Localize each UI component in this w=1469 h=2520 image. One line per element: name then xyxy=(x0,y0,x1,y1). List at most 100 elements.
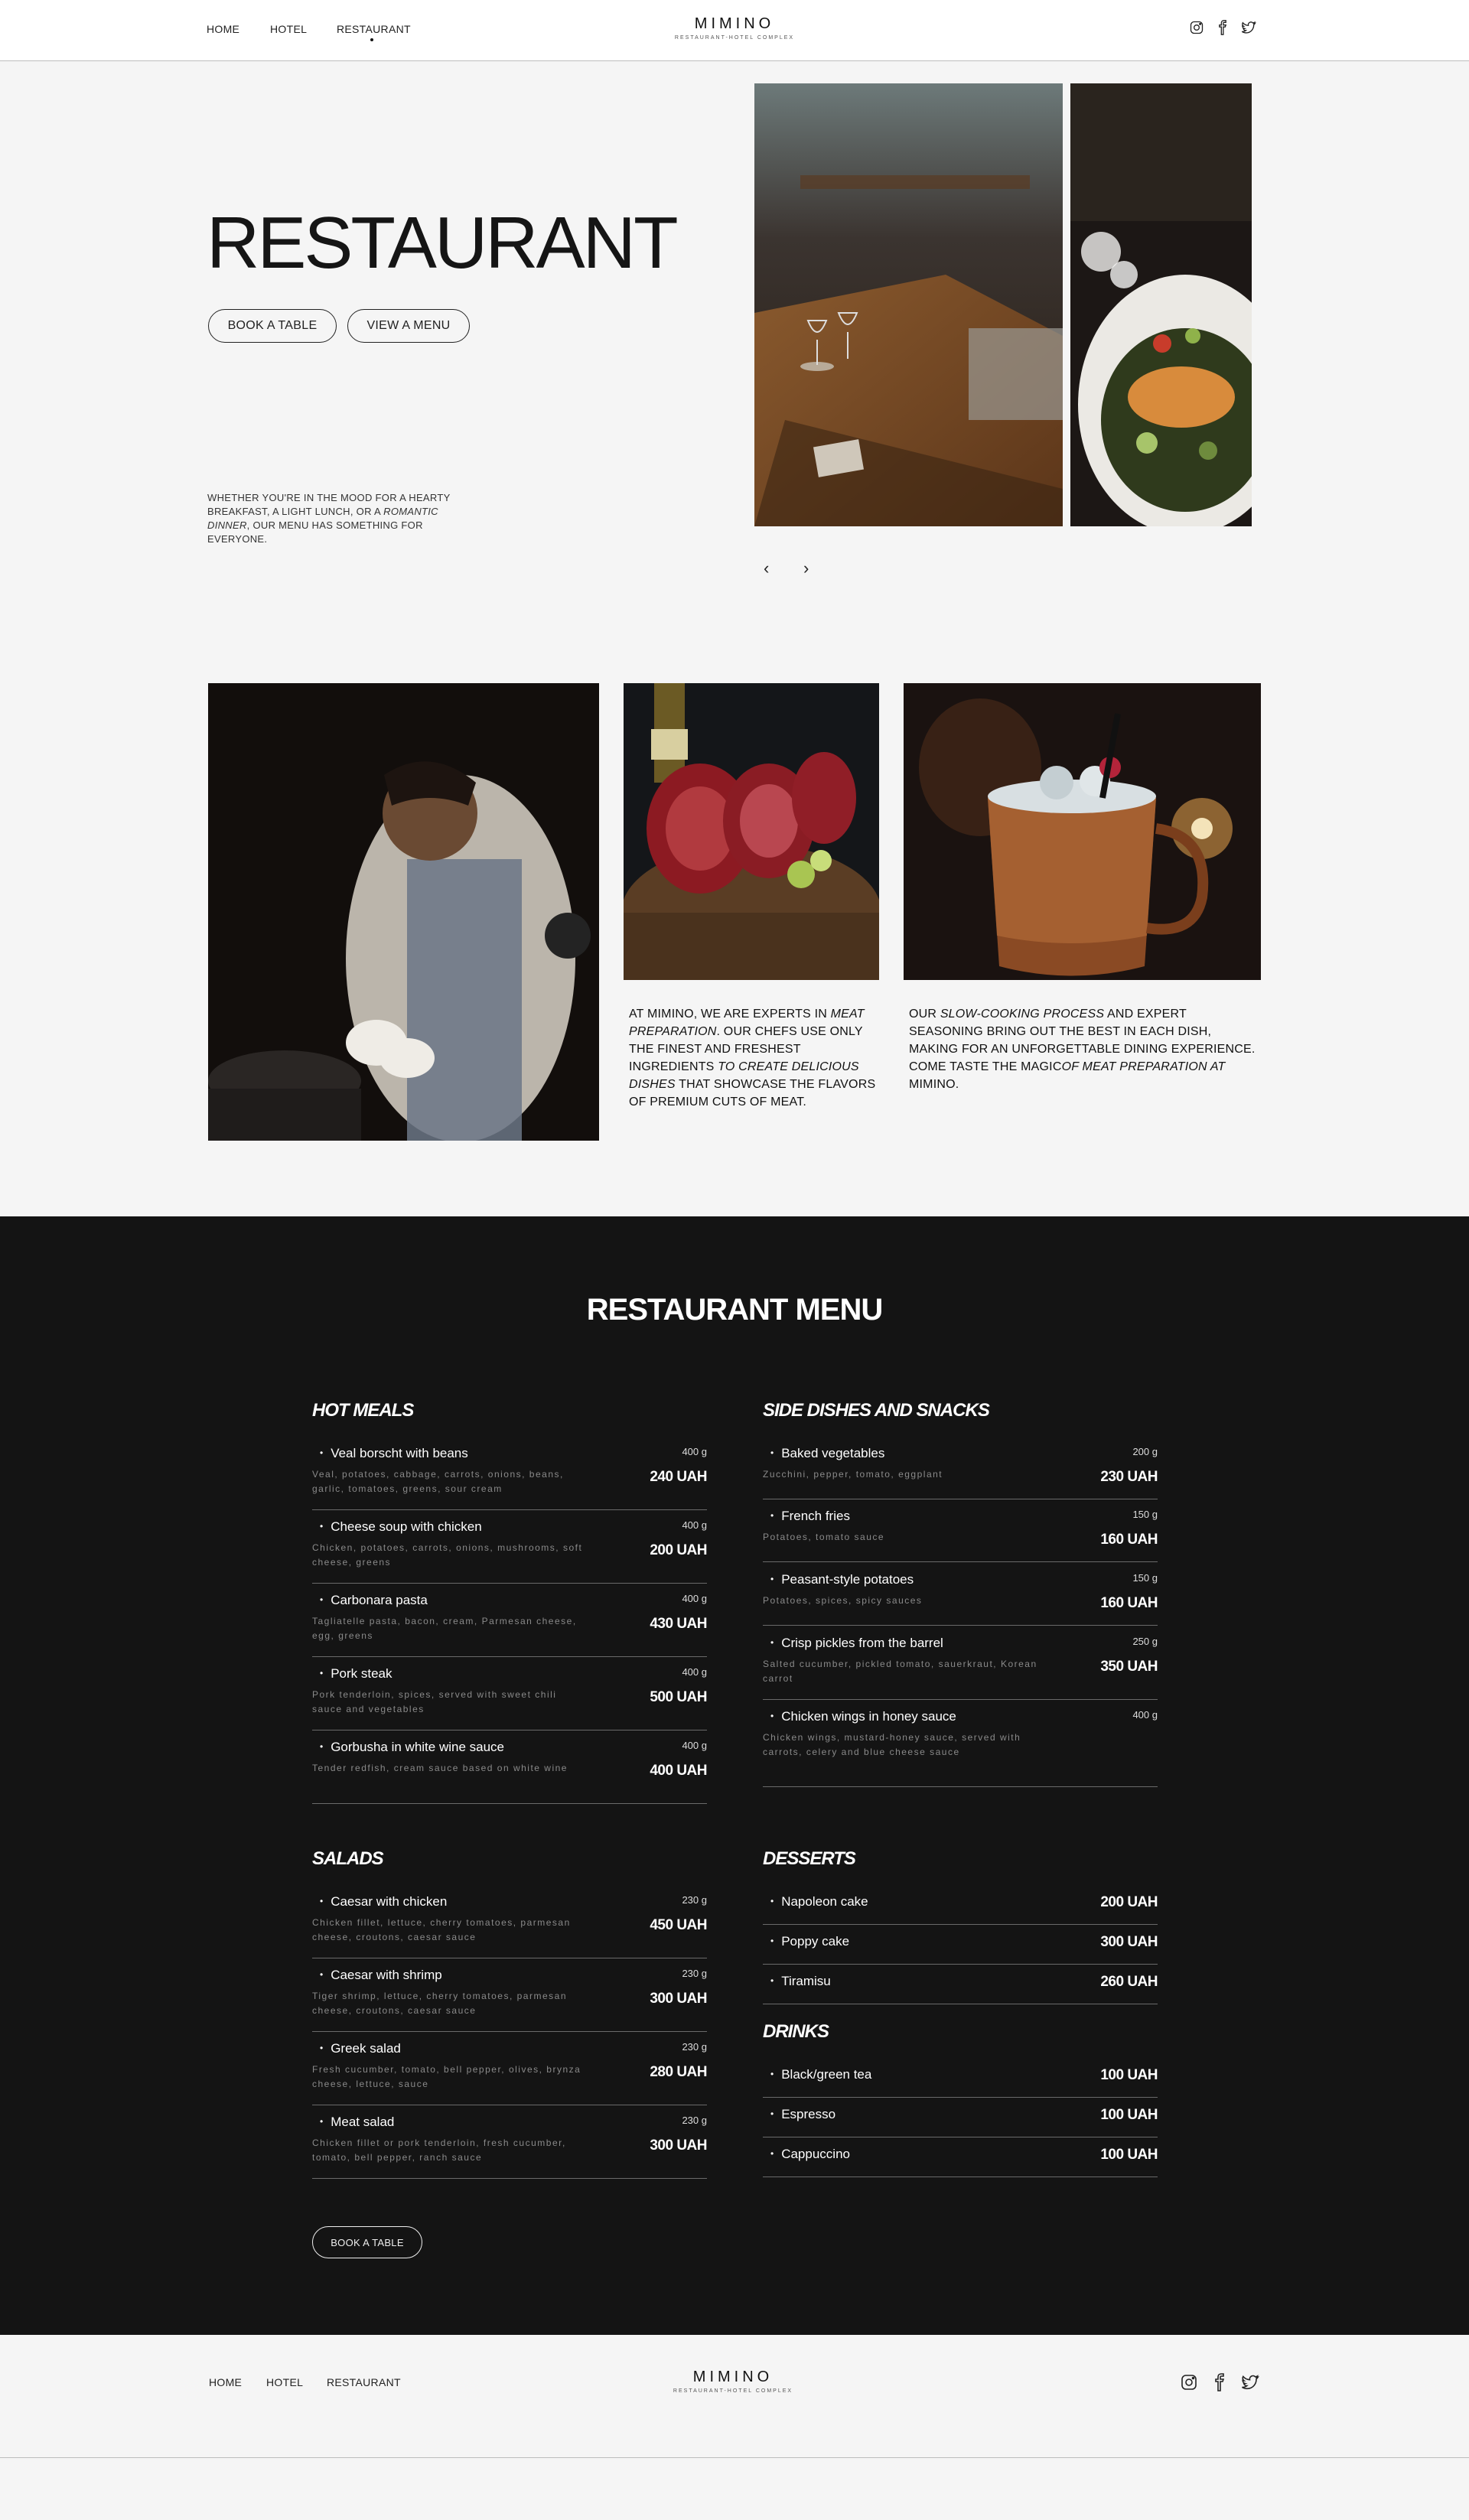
menu-item: Peasant-style potatoes 150 g 160 UAH Pot… xyxy=(763,1572,1158,1626)
menu-item: Black/green tea 100 UAH xyxy=(763,2067,1158,2098)
footer-nav-restaurant[interactable]: RESTAURANT xyxy=(327,2376,401,2388)
menu-item: Espresso 100 UAH xyxy=(763,2107,1158,2137)
footer-nav-home[interactable]: HOME xyxy=(209,2376,242,2388)
menu-item: Tiramisu 260 UAH xyxy=(763,1974,1158,2004)
menu-item: Poppy cake 300 UAH xyxy=(763,1934,1158,1965)
raw-steak-photo xyxy=(624,683,879,980)
menu-item: Chicken wings in honey sauce 400 g Chick… xyxy=(763,1709,1158,1787)
menu-item-name: Greek salad xyxy=(320,2041,401,2056)
logo-subtitle: RESTAURANT-HOTEL COMPLEX xyxy=(674,35,795,41)
instagram-icon[interactable] xyxy=(1189,20,1204,35)
menu-item: Pork steak 400 g 500 UAH Pork tenderloin… xyxy=(312,1666,707,1730)
menu-item-description: Tiger shrimp, lettuce, cherry tomatoes, … xyxy=(312,1991,567,2016)
hot-meals-heading: HOT MEALS xyxy=(312,1400,414,1421)
salads-heading: SALADS xyxy=(312,1848,384,1869)
fish-dish-photo xyxy=(1070,83,1252,526)
view-menu-button[interactable]: VIEW A MENU xyxy=(347,309,470,343)
menu-item: Greek salad 230 g 280 UAH Fresh cucumber… xyxy=(312,2041,707,2105)
menu-item: Carbonara pasta 400 g 430 UAH Tagliatell… xyxy=(312,1593,707,1657)
menu-item-price: 350 UAH xyxy=(1100,1659,1158,1675)
feat-text-italic: OF MEAT PREPARATION AT xyxy=(1061,1060,1226,1073)
menu-item-name: Napoleon cake xyxy=(770,1894,868,1910)
menu-item: Meat salad 230 g 300 UAH Chicken fillet … xyxy=(312,2115,707,2179)
book-table-button[interactable]: BOOK A TABLE xyxy=(208,309,337,343)
social-links xyxy=(1189,20,1256,35)
menu-item-name: Caesar with shrimp xyxy=(320,1968,442,1983)
menu-item-weight: 400 g xyxy=(682,1519,707,1531)
footer-divider xyxy=(0,2457,1469,2458)
nav-restaurant[interactable]: RESTAURANT xyxy=(337,23,411,35)
menu-item: Cheese soup with chicken 400 g 200 UAH C… xyxy=(312,1519,707,1584)
menu-item-price: 450 UAH xyxy=(650,1917,707,1933)
menu-item-price: 200 UAH xyxy=(650,1542,707,1558)
menu-item-name: Peasant-style potatoes xyxy=(770,1572,914,1587)
footer-logo[interactable]: MIMINO RESTAURANT-HOTEL COMPLEX xyxy=(618,2369,848,2394)
menu-item-weight: 230 g xyxy=(682,2115,707,2126)
menu-item-weight: 400 g xyxy=(682,1593,707,1604)
menu-item-name: Carbonara pasta xyxy=(320,1593,428,1608)
logo[interactable]: MIMINO RESTAURANT-HOTEL COMPLEX xyxy=(620,15,849,41)
menu-item-price: 300 UAH xyxy=(1100,1934,1158,1950)
desserts-heading: DESSERTS xyxy=(763,1848,856,1869)
meat-expertise-text: AT MIMINO, WE ARE EXPERTS IN MEAT PREPAR… xyxy=(629,1005,881,1111)
menu-item-price: 100 UAH xyxy=(1100,2067,1158,2083)
menu-item-name: Espresso xyxy=(770,2107,835,2122)
menu-section xyxy=(0,1216,1469,2335)
twitter-icon[interactable] xyxy=(1241,2373,1259,2391)
menu-item-description: Chicken fillet or pork tenderloin, fresh… xyxy=(312,2137,566,2163)
twitter-icon[interactable] xyxy=(1241,20,1256,35)
menu-item-weight: 230 g xyxy=(682,1894,707,1906)
menu-item-price: 100 UAH xyxy=(1100,2107,1158,2123)
menu-item-description: Chicken fillet, lettuce, cherry tomatoes… xyxy=(312,1917,571,1942)
nav-home[interactable]: HOME xyxy=(207,23,239,35)
menu-item-description: Pork tenderloin, spices, served with swe… xyxy=(312,1689,557,1714)
menu-item-price: 260 UAH xyxy=(1100,1974,1158,1990)
menu-item-name: Tiramisu xyxy=(770,1974,831,1989)
menu-item: Veal borscht with beans 400 g 240 UAH Ve… xyxy=(312,1446,707,1510)
menu-item-weight: 250 g xyxy=(1132,1636,1158,1647)
feat-text-part: AT MIMINO, WE ARE EXPERTS IN xyxy=(629,1008,831,1021)
footer-nav-hotel[interactable]: HOTEL xyxy=(266,2376,303,2388)
copper-mug-cocktail-photo xyxy=(904,683,1261,980)
menu-item-description: Salted cucumber, pickled tomato, sauerkr… xyxy=(763,1659,1037,1684)
menu-item-name: Caesar with chicken xyxy=(320,1894,447,1910)
menu-item-description: Potatoes, spices, spicy sauces xyxy=(763,1595,923,1606)
facebook-icon[interactable] xyxy=(1210,2373,1229,2391)
menu-item: Crisp pickles from the barrel 250 g 350 … xyxy=(763,1636,1158,1700)
menu-item-price: 500 UAH xyxy=(650,1689,707,1705)
menu-item: Cappuccino 100 UAH xyxy=(763,2147,1158,2177)
menu-item-price: 300 UAH xyxy=(650,1991,707,2007)
chevron-left-icon[interactable]: ‹ xyxy=(764,558,769,578)
menu-item-name: Poppy cake xyxy=(770,1934,849,1949)
facebook-icon[interactable] xyxy=(1215,20,1230,35)
menu-item-price: 280 UAH xyxy=(650,2064,707,2080)
menu-item-weight: 400 g xyxy=(1132,1709,1158,1721)
logo-name: MIMINO xyxy=(694,15,775,32)
menu-item-weight: 150 g xyxy=(1132,1572,1158,1584)
menu-item-name: Cappuccino xyxy=(770,2147,850,2162)
menu-item: Gorbusha in white wine sauce 400 g 400 U… xyxy=(312,1740,707,1804)
footer-logo-subtitle: RESTAURANT-HOTEL COMPLEX xyxy=(673,2388,793,2394)
nav-active-indicator xyxy=(370,38,373,41)
menu-item-name: Meat salad xyxy=(320,2115,394,2130)
menu-item-description: Tender redfish, cream sauce based on whi… xyxy=(312,1763,568,1773)
menu-item: Napoleon cake 200 UAH xyxy=(763,1894,1158,1925)
nav-hotel[interactable]: HOTEL xyxy=(270,23,307,35)
menu-item-description: Veal, potatoes, cabbage, carrots, onions… xyxy=(312,1469,564,1494)
menu-item-name: Gorbusha in white wine sauce xyxy=(320,1740,504,1755)
footer-social-links xyxy=(1180,2373,1259,2391)
menu-title: RESTAURANT MENU xyxy=(586,1293,883,1327)
menu-item-weight: 200 g xyxy=(1132,1446,1158,1457)
menu-item-price: 100 UAH xyxy=(1100,2147,1158,2163)
menu-item-price: 230 UAH xyxy=(1100,1469,1158,1485)
menu-item: Baked vegetables 200 g 230 UAH Zucchini,… xyxy=(763,1446,1158,1499)
instagram-icon[interactable] xyxy=(1180,2373,1198,2391)
menu-item-name: Crisp pickles from the barrel xyxy=(770,1636,943,1651)
menu-item: Caesar with chicken 230 g 450 UAH Chicke… xyxy=(312,1894,707,1958)
menu-item-weight: 400 g xyxy=(682,1740,707,1751)
chevron-right-icon[interactable]: › xyxy=(803,558,809,578)
side-dishes-heading: SIDE DISHES AND SNACKS xyxy=(763,1400,990,1421)
menu-item-price: 160 UAH xyxy=(1100,1532,1158,1548)
slow-cooking-text: OUR SLOW-COOKING PROCESS AND EXPERT SEAS… xyxy=(909,1005,1261,1093)
menu-book-table-button[interactable]: BOOK A TABLE xyxy=(312,2226,422,2258)
